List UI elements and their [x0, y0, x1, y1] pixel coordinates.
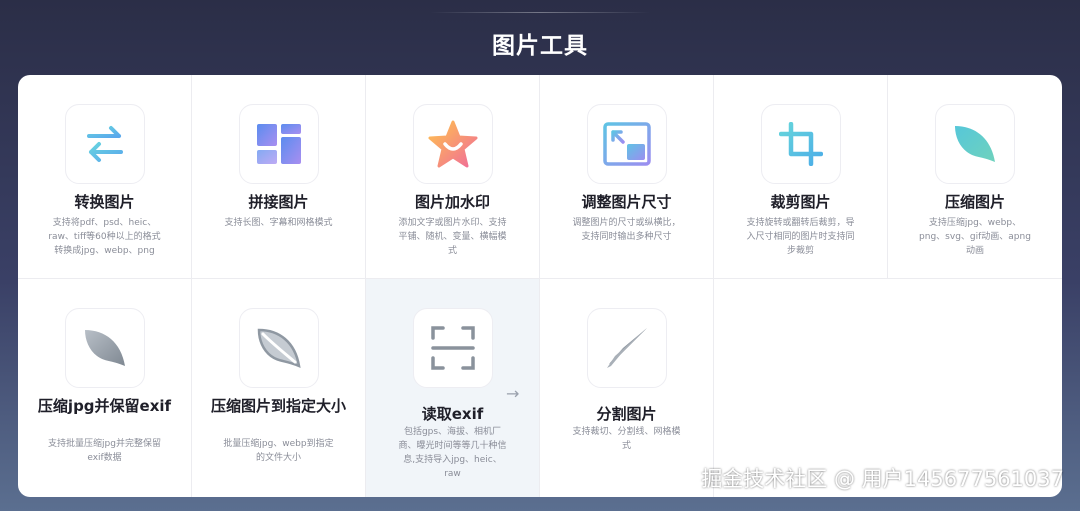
tool-desc: 批量压缩jpg、webp到指定的文件大小 — [223, 439, 334, 463]
scan-icon — [413, 308, 493, 388]
tool-card-watermark[interactable]: 图片加水印 添加文字或图片水印、支持平铺、随机、变量、横幅模式 — [366, 75, 540, 279]
tool-desc: 支持旋转或翻转后裁剪，导入尺寸相同的图片时支持同步裁剪 — [746, 218, 855, 256]
resize-icon — [587, 104, 667, 184]
tool-name: 拼接图片 — [248, 193, 309, 211]
tool-card-split[interactable]: 分割图片 支持裁切、分割线、网格模式 — [540, 279, 714, 497]
tool-desc: 支持批量压缩jpg并完整保留exif数据 — [48, 439, 161, 463]
leaf-outline-icon — [239, 308, 319, 388]
tool-desc: 添加文字或图片水印、支持平铺、随机、变量、横幅模式 — [398, 218, 507, 256]
convert-arrows-icon — [65, 104, 145, 184]
page-title: 图片工具 — [492, 33, 588, 59]
tool-name: 图片加水印 — [414, 193, 490, 211]
tool-card-crop[interactable]: 裁剪图片 支持旋转或翻转后裁剪，导入尺寸相同的图片时支持同步裁剪 — [714, 75, 888, 279]
tool-desc: 支持将pdf、psd、heic、raw、tiff等60种以上的格式转换成jpg、… — [48, 218, 161, 256]
arrow-right-icon: → — [506, 384, 520, 403]
crop-icon — [761, 104, 841, 184]
tool-desc: 支持长图、字幕和网格模式 — [224, 218, 333, 228]
tool-card-compress-exif[interactable]: 压缩jpg并保留exif 支持批量压缩jpg并完整保留exif数据 — [18, 279, 192, 497]
tool-card-compress-size[interactable]: 压缩图片到指定大小 批量压缩jpg、webp到指定的文件大小 — [192, 279, 366, 497]
tool-name: 压缩图片到指定大小 — [210, 397, 346, 415]
leaf-icon — [935, 104, 1015, 184]
header-divider — [430, 12, 650, 13]
tool-desc: 支持压缩jpg、webp、png、svg、gif动画、apng动画 — [919, 218, 1031, 256]
tool-name: 转换图片 — [74, 193, 135, 211]
tool-card-resize[interactable]: 调整图片尺寸 调整图片的尺寸或纵横比，支持同时输出多种尺寸 — [540, 75, 714, 279]
watermark-text: 掘金技术社区 @ 用户145677561037 — [701, 467, 1064, 491]
star-smile-icon — [413, 104, 493, 184]
tool-desc: 支持裁切、分割线、网格模式 — [572, 427, 681, 451]
tool-name: 压缩图片 — [944, 193, 1005, 211]
knife-icon — [587, 308, 667, 388]
tools-grid: 转换图片 支持将pdf、psd、heic、raw、tiff等60种以上的格式转换… — [18, 75, 1062, 497]
tool-name: 裁剪图片 — [770, 193, 831, 211]
tool-card-convert[interactable]: 转换图片 支持将pdf、psd、heic、raw、tiff等60种以上的格式转换… — [18, 75, 192, 279]
tool-name: 分割图片 — [596, 405, 657, 423]
grid-layout-icon — [239, 104, 319, 184]
leaf-gray-icon — [65, 308, 145, 388]
tool-name: 压缩jpg并保留exif — [37, 397, 172, 415]
tool-desc: 包括gps、海拔、相机厂商、曝光时间等等几十种信息,支持导入jpg、heic、r… — [398, 427, 507, 479]
tools-panel: 转换图片 支持将pdf、psd、heic、raw、tiff等60种以上的格式转换… — [18, 75, 1062, 497]
tool-name: 调整图片尺寸 — [581, 193, 672, 211]
tool-card-compress[interactable]: 压缩图片 支持压缩jpg、webp、png、svg、gif动画、apng动画 — [888, 75, 1062, 279]
tool-card-stitch[interactable]: 拼接图片 支持长图、字幕和网格模式 — [192, 75, 366, 279]
tool-name: 读取exif — [421, 405, 484, 423]
tool-desc: 调整图片的尺寸或纵横比，支持同时输出多种尺寸 — [572, 218, 681, 242]
